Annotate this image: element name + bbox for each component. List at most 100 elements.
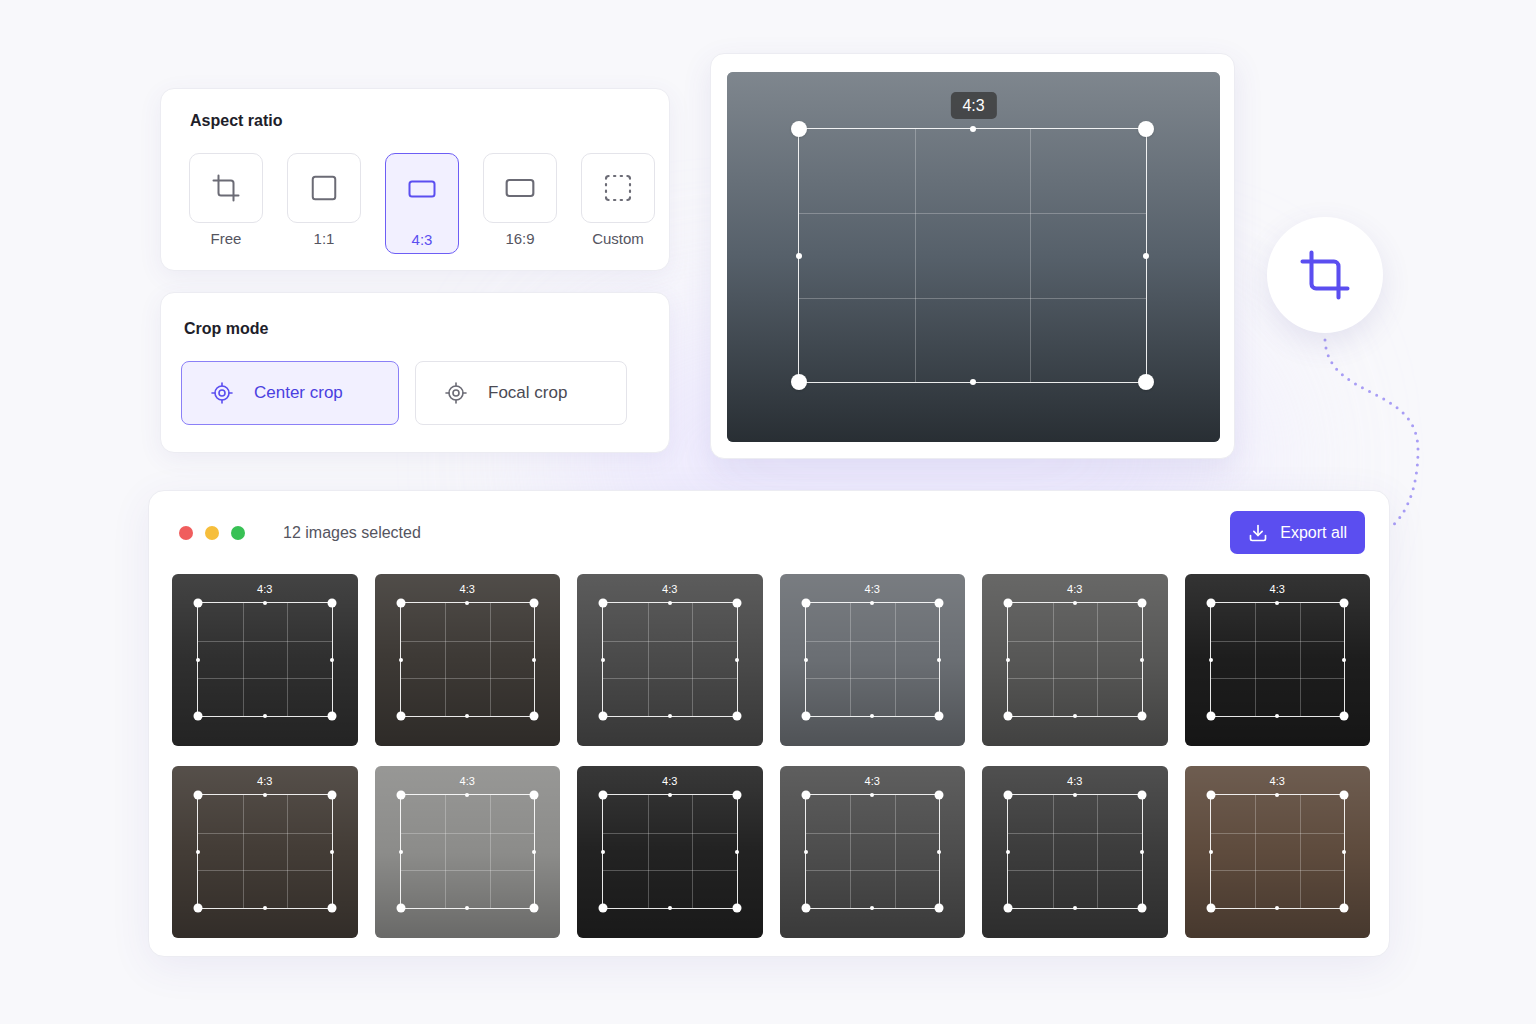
corner-handle[interactable] — [732, 791, 741, 800]
crop-frame[interactable] — [1210, 602, 1346, 717]
ratio-option[interactable]: 1:1 — [287, 153, 361, 254]
corner-handle[interactable] — [1206, 599, 1215, 608]
edge-handle[interactable] — [263, 793, 267, 797]
image-tile[interactable]: 4:3 — [780, 766, 966, 938]
corner-handle[interactable] — [732, 904, 741, 913]
corner-handle[interactable] — [935, 904, 944, 913]
crop-frame[interactable] — [602, 794, 738, 909]
maximize-dot[interactable] — [231, 526, 245, 540]
edge-handle[interactable] — [1209, 850, 1213, 854]
crop-mode-button[interactable]: Center crop — [181, 361, 399, 425]
edge-handle[interactable] — [668, 714, 672, 718]
edge-handle[interactable] — [1073, 601, 1077, 605]
edge-handle[interactable] — [263, 601, 267, 605]
corner-handle[interactable] — [1340, 712, 1349, 721]
ratio-option[interactable]: 16:9 — [483, 153, 557, 254]
corner-handle[interactable] — [194, 791, 203, 800]
crop-frame[interactable] — [400, 794, 536, 909]
corner-handle[interactable] — [935, 712, 944, 721]
edge-handle[interactable] — [330, 658, 334, 662]
corner-handle[interactable] — [599, 904, 608, 913]
corner-handle[interactable] — [396, 904, 405, 913]
corner-handle[interactable] — [396, 791, 405, 800]
edge-handle[interactable] — [465, 793, 469, 797]
edge-handle[interactable] — [1143, 253, 1149, 259]
edge-handle[interactable] — [1006, 850, 1010, 854]
edge-handle[interactable] — [601, 658, 605, 662]
corner-handle[interactable] — [599, 712, 608, 721]
corner-handle[interactable] — [396, 599, 405, 608]
edge-handle[interactable] — [399, 850, 403, 854]
edge-handle[interactable] — [1275, 714, 1279, 718]
image-tile[interactable]: 4:3 — [982, 574, 1168, 746]
crop-frame[interactable] — [805, 602, 941, 717]
edge-handle[interactable] — [532, 850, 536, 854]
edge-handle[interactable] — [668, 793, 672, 797]
corner-handle[interactable] — [1138, 374, 1154, 390]
corner-handle[interactable] — [1340, 904, 1349, 913]
edge-handle[interactable] — [804, 850, 808, 854]
corner-handle[interactable] — [1004, 712, 1013, 721]
image-tile[interactable]: 4:3 — [780, 574, 966, 746]
crop-frame[interactable] — [798, 128, 1147, 383]
image-tile[interactable]: 4:3 — [1185, 574, 1371, 746]
corner-handle[interactable] — [396, 712, 405, 721]
edge-handle[interactable] — [1342, 850, 1346, 854]
ratio-option[interactable]: Free — [189, 153, 263, 254]
corner-handle[interactable] — [1340, 791, 1349, 800]
corner-handle[interactable] — [327, 791, 336, 800]
corner-handle[interactable] — [732, 599, 741, 608]
edge-handle[interactable] — [1073, 906, 1077, 910]
image-tile[interactable]: 4:3 — [577, 766, 763, 938]
image-tile[interactable]: 4:3 — [375, 574, 561, 746]
edge-handle[interactable] — [1073, 714, 1077, 718]
corner-handle[interactable] — [530, 904, 539, 913]
corner-handle[interactable] — [791, 121, 807, 137]
corner-handle[interactable] — [194, 712, 203, 721]
edge-handle[interactable] — [263, 906, 267, 910]
image-tile[interactable]: 4:3 — [982, 766, 1168, 938]
edge-handle[interactable] — [937, 658, 941, 662]
edge-handle[interactable] — [1275, 601, 1279, 605]
edge-handle[interactable] — [970, 379, 976, 385]
edge-handle[interactable] — [870, 906, 874, 910]
edge-handle[interactable] — [263, 714, 267, 718]
edge-handle[interactable] — [601, 850, 605, 854]
export-all-button[interactable]: Export all — [1230, 511, 1365, 554]
crop-tool-badge[interactable] — [1267, 217, 1383, 333]
edge-handle[interactable] — [668, 601, 672, 605]
crop-frame[interactable] — [602, 602, 738, 717]
edge-handle[interactable] — [1275, 793, 1279, 797]
edge-handle[interactable] — [465, 601, 469, 605]
image-tile[interactable]: 4:3 — [1185, 766, 1371, 938]
crop-frame[interactable] — [197, 794, 333, 909]
edge-handle[interactable] — [1342, 658, 1346, 662]
corner-handle[interactable] — [801, 712, 810, 721]
edge-handle[interactable] — [1140, 658, 1144, 662]
edge-handle[interactable] — [465, 906, 469, 910]
image-tile[interactable]: 4:3 — [375, 766, 561, 938]
edge-handle[interactable] — [1073, 793, 1077, 797]
edge-handle[interactable] — [735, 850, 739, 854]
corner-handle[interactable] — [801, 599, 810, 608]
corner-handle[interactable] — [530, 712, 539, 721]
edge-handle[interactable] — [532, 658, 536, 662]
corner-handle[interactable] — [1137, 904, 1146, 913]
edge-handle[interactable] — [399, 658, 403, 662]
close-dot[interactable] — [179, 526, 193, 540]
crop-frame[interactable] — [400, 602, 536, 717]
edge-handle[interactable] — [870, 714, 874, 718]
edge-handle[interactable] — [870, 601, 874, 605]
image-tile[interactable]: 4:3 — [172, 574, 358, 746]
corner-handle[interactable] — [1004, 599, 1013, 608]
corner-handle[interactable] — [327, 712, 336, 721]
edge-handle[interactable] — [735, 658, 739, 662]
edge-handle[interactable] — [804, 658, 808, 662]
corner-handle[interactable] — [599, 599, 608, 608]
ratio-option[interactable]: Custom — [581, 153, 655, 254]
edge-handle[interactable] — [1140, 850, 1144, 854]
edge-handle[interactable] — [196, 658, 200, 662]
corner-handle[interactable] — [935, 599, 944, 608]
corner-handle[interactable] — [1004, 791, 1013, 800]
crop-frame[interactable] — [1007, 602, 1143, 717]
